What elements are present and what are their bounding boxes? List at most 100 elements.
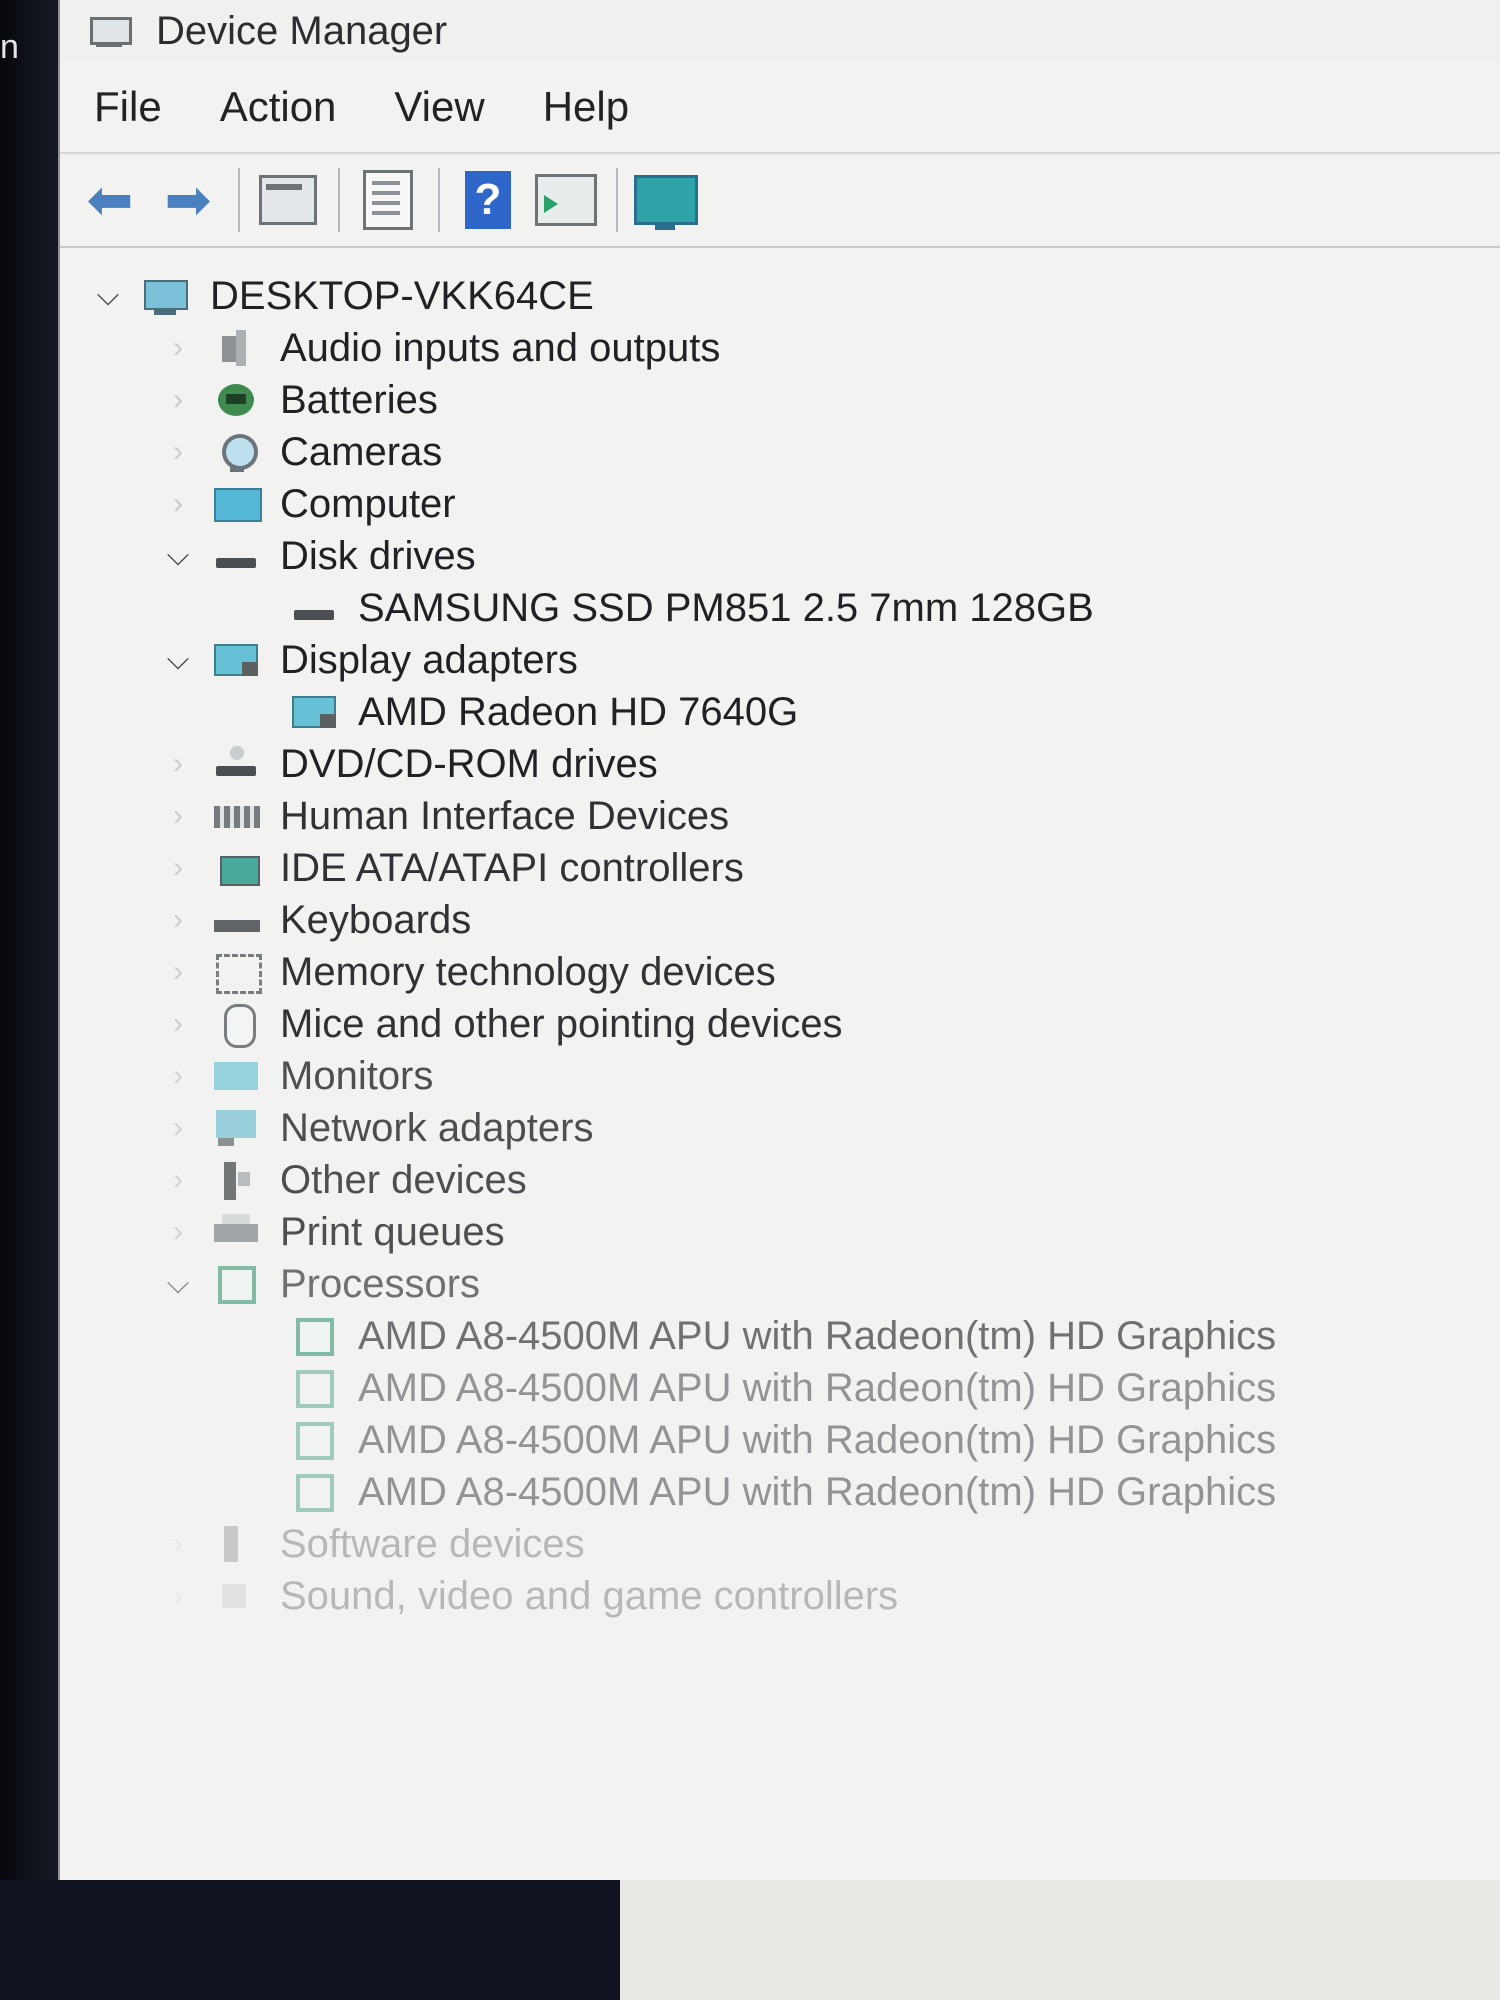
dvd-icon	[212, 744, 264, 784]
mem-icon	[212, 952, 264, 994]
tree-category-label: Human Interface Devices	[280, 793, 730, 838]
chevron-down-icon[interactable]: ⌵	[158, 643, 198, 677]
tree-category[interactable]: ⌵ Processors	[60, 1258, 1500, 1310]
hid-icon	[212, 796, 264, 836]
audio-icon	[212, 328, 264, 368]
chevron-down-icon[interactable]: ⌵	[158, 539, 198, 573]
tree-device[interactable]: AMD A8-4500M APU with Radeon(tm) HD Grap…	[60, 1310, 1500, 1362]
tree-category[interactable]: › Network adapters	[60, 1102, 1500, 1154]
tree-category[interactable]: › DVD/CD-ROM drives	[60, 738, 1500, 790]
title-bar: Device Manager	[60, 0, 1500, 62]
monitor-icon	[212, 1056, 264, 1096]
tree-category[interactable]: › Print queues	[60, 1206, 1500, 1258]
tree-category-label: IDE ATA/ATAPI controllers	[280, 845, 744, 890]
chevron-right-icon[interactable]: ›	[158, 1007, 198, 1041]
toolbar-separator	[616, 168, 618, 232]
tree-category[interactable]: › Computer	[60, 478, 1500, 530]
tree-device[interactable]: AMD A8-4500M APU with Radeon(tm) HD Grap…	[60, 1466, 1500, 1518]
tree-root[interactable]: ⌵ DESKTOP-VKK64CE	[60, 270, 1500, 322]
chevron-right-icon[interactable]: ›	[158, 435, 198, 469]
display-icon	[212, 640, 264, 680]
chevron-right-icon[interactable]: ›	[158, 1527, 198, 1561]
tree-category[interactable]: ⌵ Disk drives	[60, 530, 1500, 582]
tree-category[interactable]: › Batteries	[60, 374, 1500, 426]
tree-category[interactable]: › Human Interface Devices	[60, 790, 1500, 842]
chevron-right-icon[interactable]: ›	[158, 1215, 198, 1249]
menu-help[interactable]: Help	[543, 83, 629, 131]
chevron-right-icon[interactable]: ›	[158, 903, 198, 937]
computer-icon	[142, 276, 194, 316]
help-icon: ?	[465, 171, 511, 229]
chevron-right-icon[interactable]: ›	[158, 1163, 198, 1197]
chevron-right-icon[interactable]: ›	[158, 955, 198, 989]
mouse-icon	[212, 1004, 264, 1048]
monitor-icon	[634, 175, 698, 230]
tree-category[interactable]: › Software devices	[60, 1518, 1500, 1570]
back-arrow-icon[interactable]: ⬅	[78, 168, 142, 232]
toolbar-separator	[438, 168, 440, 232]
monitor-button[interactable]	[634, 168, 698, 232]
tree-category-label: Cameras	[280, 429, 443, 474]
tree-category-label: Batteries	[280, 377, 438, 422]
tree-category[interactable]: › Keyboards	[60, 894, 1500, 946]
tree-device-label: SAMSUNG SSD PM851 2.5 7mm 128GB	[358, 585, 1094, 630]
forward-arrow-icon[interactable]: ➡	[156, 168, 220, 232]
display-icon	[290, 692, 342, 732]
toolbar: ⬅ ➡ ?	[60, 154, 1500, 248]
tree-category-label: Sound, video and game controllers	[280, 1573, 899, 1618]
menu-view[interactable]: View	[394, 83, 484, 131]
tree-category[interactable]: › Sound, video and game controllers	[60, 1570, 1500, 1622]
root-label: DESKTOP-VKK64CE	[210, 273, 594, 318]
soft-icon	[212, 1524, 264, 1564]
chevron-down-icon[interactable]: ⌵	[88, 279, 128, 313]
properties-button[interactable]	[256, 168, 320, 232]
tree-category[interactable]: › Audio inputs and outputs	[60, 322, 1500, 374]
tree-device[interactable]: AMD Radeon HD 7640G	[60, 686, 1500, 738]
tree-category-label: Print queues	[280, 1209, 505, 1254]
ide-icon	[212, 848, 264, 888]
tree-category[interactable]: › Cameras	[60, 426, 1500, 478]
chevron-right-icon[interactable]: ›	[158, 1059, 198, 1093]
cpu-icon	[290, 1316, 342, 1356]
tree-category-label: Other devices	[280, 1157, 527, 1202]
chevron-right-icon[interactable]: ›	[158, 1579, 198, 1613]
tree-device[interactable]: SAMSUNG SSD PM851 2.5 7mm 128GB	[60, 582, 1500, 634]
tree-device-label: AMD Radeon HD 7640G	[358, 689, 799, 734]
device-manager-window: Device Manager File Action View Help ⬅ ➡…	[58, 0, 1500, 1895]
tree-category[interactable]: › Other devices	[60, 1154, 1500, 1206]
menu-file[interactable]: File	[94, 83, 162, 131]
chevron-right-icon[interactable]: ›	[158, 1111, 198, 1145]
menu-action[interactable]: Action	[220, 83, 337, 131]
tree-category-label: Display adapters	[280, 637, 578, 682]
chevron-right-icon[interactable]: ›	[158, 851, 198, 885]
tree-category[interactable]: › Memory technology devices	[60, 946, 1500, 998]
chevron-right-icon[interactable]: ›	[158, 747, 198, 781]
tree-category[interactable]: › IDE ATA/ATAPI controllers	[60, 842, 1500, 894]
window-title: Device Manager	[156, 8, 448, 53]
cpu-icon	[290, 1472, 342, 1512]
chevron-right-icon[interactable]: ›	[158, 487, 198, 521]
tree-category-label: Memory technology devices	[280, 949, 776, 994]
tree-category[interactable]: › Monitors	[60, 1050, 1500, 1102]
tree-category-label: Disk drives	[280, 533, 476, 578]
disk-icon	[212, 536, 264, 576]
help-button[interactable]: ?	[456, 168, 520, 232]
update-driver-button[interactable]	[534, 168, 598, 232]
tree-device[interactable]: AMD A8-4500M APU with Radeon(tm) HD Grap…	[60, 1414, 1500, 1466]
chevron-down-icon[interactable]: ⌵	[158, 1267, 198, 1301]
chevron-right-icon[interactable]: ›	[158, 799, 198, 833]
device-list-button[interactable]	[356, 168, 420, 232]
background-window-edge: n	[0, 0, 60, 2000]
device-manager-app-icon	[86, 13, 132, 49]
tree-category[interactable]: › Mice and other pointing devices	[60, 998, 1500, 1050]
tree-category-label: Monitors	[280, 1053, 434, 1098]
tree-category[interactable]: ⌵ Display adapters	[60, 634, 1500, 686]
tree-device[interactable]: AMD A8-4500M APU with Radeon(tm) HD Grap…	[60, 1362, 1500, 1414]
background-window-glyph: n	[0, 28, 19, 66]
other-icon	[212, 1160, 264, 1200]
chevron-right-icon[interactable]: ›	[158, 331, 198, 365]
tree-category-label: Software devices	[280, 1521, 585, 1566]
chevron-right-icon[interactable]: ›	[158, 383, 198, 417]
toolbar-separator	[238, 168, 240, 232]
menu-bar: File Action View Help	[60, 62, 1500, 154]
